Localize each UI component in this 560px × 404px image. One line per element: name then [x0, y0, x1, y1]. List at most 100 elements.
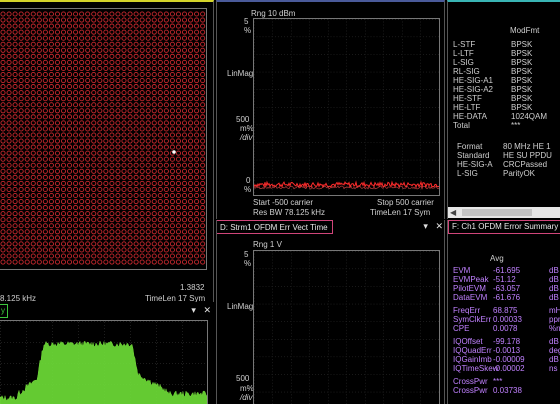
modfmt-table: L-STF BPSK L-LTF BPSK L-SIG BPSK RL-SIG BPSK HE-… — [453, 40, 560, 130]
error-summary-row: CrossPwr 0.03738 — [453, 386, 560, 395]
format-info-name: Format — [457, 142, 483, 151]
error-summary-name: IQGainImb — [453, 355, 492, 364]
close-icon[interactable]: ✕ — [203, 305, 211, 315]
flatness-stop: Stop 500 carrier — [377, 198, 434, 207]
modfmt-name: HE-LTF — [453, 103, 481, 112]
error-summary-row: PilotEVM -63.057 dB — [453, 284, 560, 293]
error-summary-val: *** — [493, 377, 503, 386]
flatness-y-top-unit: % — [244, 26, 252, 35]
format-info-name: HE-SIG-A — [457, 160, 493, 169]
format-info-row: HE-SIG-A CRCPassed — [457, 160, 560, 169]
format-info-val: ParityOK — [503, 169, 536, 178]
error-summary-header[interactable]: F: Ch1 OFDM Error Summary — [448, 220, 560, 234]
error-summary-row: EVM -61.695 dB — [453, 266, 560, 275]
error-summary-val: -51.12 — [493, 275, 516, 284]
constellation-grid — [0, 11, 206, 265]
error-summary-row: EVMPeak -51.12 dB — [453, 275, 560, 284]
err-vect-y-mid-unit: m% — [240, 384, 254, 393]
error-summary-name: CPE — [453, 324, 470, 333]
format-info-val: CRCPassed — [503, 160, 548, 169]
error-summary-val: -0.00009 — [493, 355, 525, 364]
error-summary-unit: dB — [549, 275, 559, 284]
modfmt-header: ModFmt — [510, 26, 540, 35]
err-vect-time-header[interactable]: D: Strm1 OFDM Err Vect Time ▾ ✕ — [217, 220, 444, 234]
modfmt-val: 1024QAM — [511, 112, 548, 121]
error-summary-col-header: Avg — [490, 254, 504, 263]
format-info-row: L-SIG ParityOK — [457, 169, 560, 178]
format-info-table: Format 80 MHz HE 1 Standard HE SU PPDU HE-SI… — [457, 142, 560, 178]
modfmt-name: HE-STF — [453, 94, 482, 103]
spectrum-pane: y ▾ ✕ — [0, 304, 214, 404]
error-summary-unit: ns — [549, 364, 558, 373]
flatness-resbw: Res BW 78.125 kHz — [253, 208, 326, 217]
flatness-plot[interactable] — [253, 18, 440, 196]
flatness-start: Start -500 carrier — [253, 198, 314, 207]
modfmt-row: RL-SIG BPSK — [453, 67, 560, 76]
spectrum-header[interactable]: y ▾ ✕ — [0, 304, 214, 318]
err-vect-time-title[interactable]: D: Strm1 OFDM Err Vect Time — [217, 220, 333, 234]
modfmt-name: L-SIG — [453, 58, 474, 67]
modfmt-row: HE-LTF BPSK — [453, 103, 560, 112]
error-summary-name: CrossPwr — [453, 377, 488, 386]
modfmt-val: BPSK — [511, 49, 533, 58]
error-summary-row: CPE 0.0078 %rms — [453, 324, 560, 333]
horizontal-scrollbar[interactable]: ◀ — [448, 207, 560, 218]
modfmt-name: HE-SIG-A1 — [453, 76, 494, 85]
modfmt-row: HE-DATA 1024QAM — [453, 112, 560, 121]
flatness-y-zero-unit: % — [244, 185, 252, 194]
error-summary-unit: dB — [549, 337, 559, 346]
modfmt-val: *** — [511, 121, 521, 130]
error-summary-unit: %rms — [549, 324, 560, 333]
spectrum-tab[interactable]: y — [0, 304, 8, 318]
constellation-readout-value: 1.3832 — [180, 283, 205, 292]
modfmt-name: Total — [453, 121, 470, 130]
scrollbar-thumb[interactable] — [462, 209, 532, 216]
constellation-marker — [172, 150, 176, 154]
spectrum-plot[interactable] — [0, 320, 208, 404]
constellation-freq: 8.125 kHz — [0, 294, 37, 302]
err-vect-plot[interactable] — [253, 250, 440, 404]
error-summary-name: PilotEVM — [453, 284, 486, 293]
modfmt-name: HE-SIG-A2 — [453, 85, 494, 94]
close-icon[interactable]: ✕ — [435, 221, 443, 231]
error-summary-unit: mHz — [549, 306, 560, 315]
flatness-timelen: TimeLen 17 Sym — [370, 208, 431, 217]
scroll-left-arrow-icon[interactable]: ◀ — [450, 207, 456, 218]
error-summary-name: EVMPeak — [453, 275, 489, 284]
error-summary-name: DataEVM — [453, 293, 488, 302]
constellation-plot[interactable] — [0, 8, 207, 270]
modfmt-val: BPSK — [511, 58, 533, 67]
error-summary-row: CrossPwr *** — [453, 377, 560, 386]
error-summary-val: -0.0013 — [493, 346, 521, 355]
modfmt-row: L-SIG BPSK — [453, 58, 560, 67]
modfmt-val: BPSK — [511, 85, 533, 94]
error-summary-unit: deg — [549, 346, 560, 355]
flatness-range: Rng 10 dBm — [251, 9, 296, 18]
constellation-pane: 1.3832 8.125 kHz TimeLen 17 Sym — [0, 0, 214, 302]
dropdown-arrow-icon[interactable]: ▾ — [423, 221, 428, 231]
err-vect-scale-type: LinMag — [227, 302, 254, 311]
flatness-scale-type: LinMag — [227, 69, 254, 78]
error-summary-val: -0.00002 — [493, 364, 525, 373]
dropdown-arrow-icon[interactable]: ▾ — [191, 305, 196, 315]
modfmt-val: BPSK — [511, 40, 533, 49]
err-vect-y-top-unit: % — [244, 259, 252, 268]
flatness-y-top: 5 — [244, 17, 249, 26]
error-summary-row: IQGainImb -0.00009 dB — [453, 355, 560, 364]
error-summary-val: -99.178 — [493, 337, 521, 346]
format-info-row: Standard HE SU PPDU — [457, 151, 560, 160]
error-summary-title[interactable]: F: Ch1 OFDM Error Summary — [452, 222, 558, 231]
error-summary-val: -63.057 — [493, 284, 521, 293]
error-summary-row: IQTimeSkew -0.00002 ns — [453, 364, 560, 373]
flatness-y-mid-unit: m% — [240, 124, 254, 133]
error-summary-name: CrossPwr — [453, 386, 488, 395]
error-summary-table: EVM -61.695 dB EVMPeak -51.12 dB PilotEVM -63.0… — [453, 266, 560, 395]
error-summary-name: IQTimeSkew — [453, 364, 499, 373]
error-summary-unit: dB — [549, 293, 559, 302]
modfmt-name: RL-SIG — [453, 67, 480, 76]
error-summary-row: SymClkErr0.00033 ppm — [453, 315, 560, 324]
err-vect-range: Rng 1 V — [253, 240, 282, 249]
flatness-y-mid-div: /div — [240, 133, 253, 142]
err-vect-y-top: 5 — [244, 250, 249, 259]
flatness-pane: Rng 10 dBm 5 % LinMag 500 m% /div 0 % St… — [216, 0, 445, 219]
